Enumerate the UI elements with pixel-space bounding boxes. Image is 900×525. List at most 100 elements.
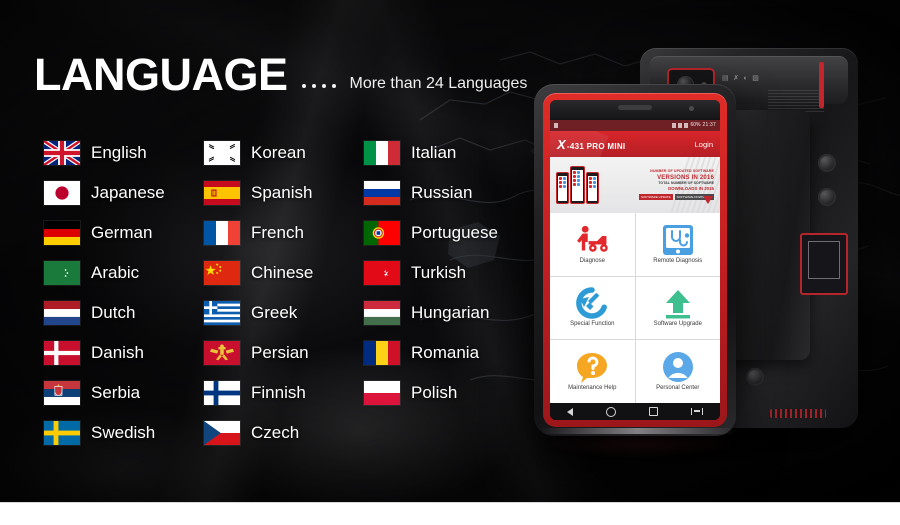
banner-phone-right	[586, 172, 599, 204]
flag-sweden-icon	[44, 421, 80, 445]
menu-item-diagnose[interactable]: Diagnose	[550, 213, 635, 276]
back-nav-icon[interactable]	[566, 407, 573, 416]
language-item-korean: Korean	[204, 133, 364, 173]
recent-apps-nav-icon[interactable]	[649, 407, 659, 416]
banner-phone-center	[570, 166, 585, 204]
language-label: Portuguese	[411, 223, 498, 242]
banner-phone-left	[556, 172, 569, 204]
page-title: LANGUAGE	[34, 49, 288, 100]
language-item-hungarian: Hungarian	[364, 293, 524, 333]
language-item-romania: Romania	[364, 333, 524, 373]
language-label: French	[251, 223, 304, 242]
flag-poland-icon	[364, 381, 400, 405]
page-bottom-strip	[0, 502, 900, 525]
language-label: Polish	[411, 383, 458, 402]
language-item-english: English	[44, 133, 204, 173]
device-screen: 60% 21:37 X -431 PRO MINI Login NUMBER O…	[550, 100, 720, 420]
flag-netherlands-icon	[44, 301, 80, 325]
flag-turkey-icon	[364, 261, 400, 285]
language-item-empty	[364, 413, 524, 453]
rear-screw-icon	[818, 188, 836, 206]
flag-finland-icon	[204, 381, 240, 405]
language-item-turkish: Turkish	[364, 253, 524, 293]
front-camera-icon	[689, 106, 694, 111]
menu-item-label: Maintenance Help	[568, 385, 617, 392]
menu-item-label: Special Function	[570, 321, 615, 328]
language-label: Japanese	[91, 183, 165, 202]
rear-screw-icon	[818, 154, 836, 172]
flag-portugal-icon	[364, 221, 400, 245]
menu-item-remote-diagnosis[interactable]: Remote Diagnosis	[635, 213, 720, 276]
flag-japan-icon	[44, 181, 80, 205]
device-base-highlight	[540, 428, 736, 434]
flag-uk-icon	[44, 141, 80, 165]
app-title-bar: X -431 PRO MINI Login	[550, 131, 720, 157]
rear-screw-icon	[746, 368, 764, 386]
heading: LANGUAGE More than 24 Languages	[34, 52, 527, 97]
language-label: Persian	[251, 343, 309, 362]
language-label: German	[91, 223, 153, 242]
ccc-mark-icon: ◐	[743, 74, 749, 82]
menu-item-special-function[interactable]: Special Function	[550, 276, 635, 340]
flag-spain-icon	[204, 181, 240, 205]
language-item-chinese: Chinese	[204, 253, 364, 293]
language-item-portuguese: Portuguese	[364, 213, 524, 253]
weee-mark-icon: ✗	[733, 75, 740, 82]
language-list: English Korean Italian Japanese Spanish Rus…	[44, 133, 524, 453]
rear-speaker-grill	[770, 409, 826, 418]
language-item-greek: Greek	[204, 293, 364, 333]
menu-item-maintenance-help[interactable]: Maintenance Help	[550, 340, 635, 403]
promo-banner-carousel[interactable]: NUMBER OF UPDATED SOFTWARE VERSIONS IN 2…	[550, 157, 720, 213]
language-item-polish: Polish	[364, 373, 524, 413]
menu-item-label: Remote Diagnosis	[653, 257, 703, 264]
language-item-serbia: Serbia	[44, 373, 204, 413]
separator-dot	[331, 84, 336, 88]
language-item-russian: Russian	[364, 173, 524, 213]
language-item-dutch: Dutch	[44, 293, 204, 333]
menu-item-label: Personal Center	[656, 385, 700, 392]
screenshot-notification-icon	[554, 123, 558, 128]
language-label: Finnish	[251, 383, 306, 402]
menu-item-personal-center[interactable]: Personal Center	[635, 340, 720, 403]
status-bar-clock: 21:37	[702, 122, 716, 128]
fcc-mark-icon: ▨	[752, 75, 760, 82]
flag-greece-icon	[204, 301, 240, 325]
battery-percent: 60%	[690, 122, 701, 128]
battery-icon	[684, 123, 689, 128]
language-item-swedish: Swedish	[44, 413, 204, 453]
certification-marks: ▤ ✗ ◐ ▨	[722, 74, 760, 83]
flag-romania-icon	[364, 341, 400, 365]
flag-persia-icon	[204, 341, 240, 365]
language-label: Swedish	[91, 423, 156, 442]
flag-denmark-icon	[44, 341, 80, 365]
user-avatar-icon	[661, 352, 695, 383]
language-item-finnish: Finnish	[204, 373, 364, 413]
language-label: Danish	[91, 343, 144, 362]
home-nav-icon[interactable]	[605, 406, 616, 417]
rear-label-badge	[800, 233, 848, 295]
language-label: English	[91, 143, 147, 162]
status-bar-indicators: 60% 21:37	[672, 123, 716, 128]
flag-russia-icon	[364, 181, 400, 205]
banner-tag-update: SOFTWARE UPDATE	[638, 194, 673, 201]
question-bubble-icon	[575, 352, 609, 384]
menu-item-label: Software Upgrade	[653, 321, 702, 328]
mechanic-car-icon	[575, 225, 609, 255]
banner-line-1: NUMBER OF UPDATED SOFTWARE	[650, 168, 714, 173]
promo-banner: LANGUAGE More than 24 Languages English …	[0, 0, 900, 525]
language-label: Romania	[411, 343, 480, 362]
language-item-german: German	[44, 213, 204, 253]
flag-hungary-icon	[364, 301, 400, 325]
login-button[interactable]: Login	[695, 140, 713, 149]
language-label: Russian	[411, 183, 473, 202]
signal-icon	[672, 123, 677, 128]
split-screen-nav-icon[interactable]	[691, 408, 704, 415]
language-label: Greek	[251, 303, 298, 322]
app-menu-grid: Diagnose Remote Diagnosis Special Functi…	[550, 213, 720, 403]
banner-device-graphic	[556, 166, 599, 204]
earpiece-speaker-icon	[618, 105, 652, 110]
language-label: Italian	[411, 143, 457, 162]
app-logo-model: -431 PRO MINI	[566, 141, 626, 151]
language-item-danish: Danish	[44, 333, 204, 373]
menu-item-software-upgrade[interactable]: Software Upgrade	[635, 276, 720, 340]
